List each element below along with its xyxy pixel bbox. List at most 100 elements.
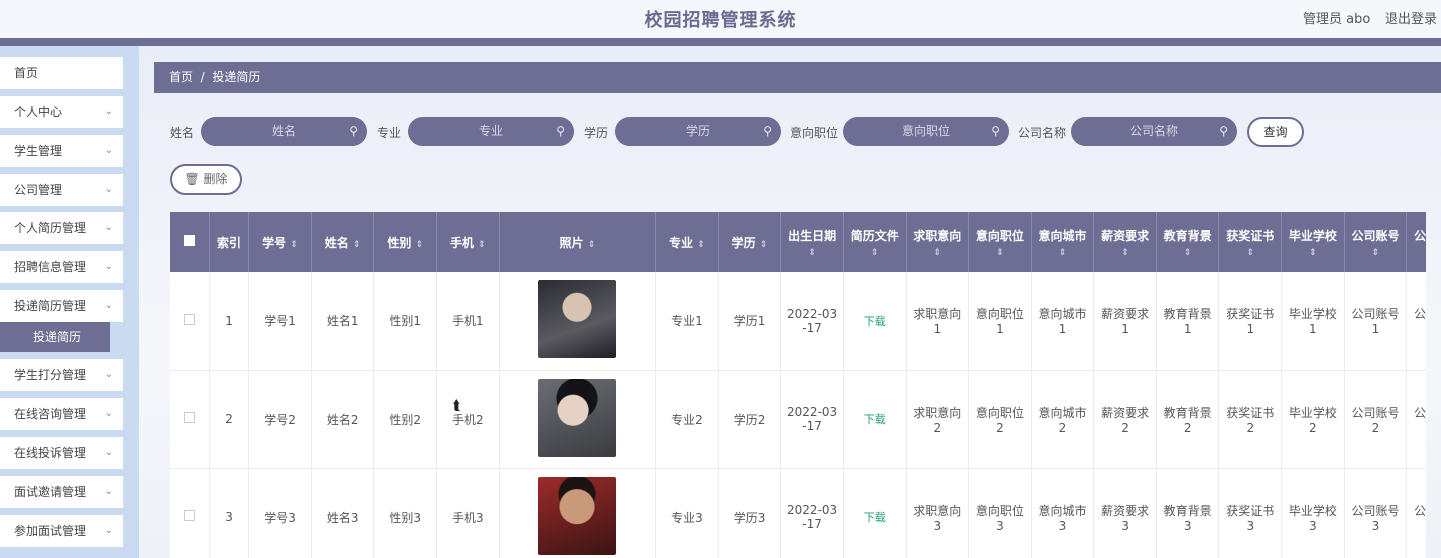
col-edu-background[interactable]: 教育背景 ⇕: [1156, 212, 1220, 272]
chevron-down-icon: ⌄: [104, 300, 113, 311]
col-job-intent[interactable]: 求职意向 ⇕: [906, 212, 970, 272]
chevron-down-icon: ⌄: [104, 222, 113, 233]
sidebar-item-interview-invites[interactable]: 面试邀请管理 ⌄: [0, 476, 123, 508]
sort-icon: ⇕: [1246, 247, 1255, 258]
sidebar-item-scoring[interactable]: 学生打分管理 ⌄: [0, 359, 123, 391]
cell-company-account: 公司账号 1: [1344, 272, 1408, 371]
download-link[interactable]: 下载: [864, 511, 886, 524]
cell-line1: 薪资要求: [1101, 307, 1150, 322]
col-education[interactable]: 学历 ⇕: [718, 212, 782, 272]
sidebar-item-applications[interactable]: 投递简历管理 ⌄: [0, 290, 123, 322]
cell-awards: 获奖证书 2: [1218, 370, 1283, 469]
sort-icon: ⇕: [697, 239, 705, 250]
col-intended-city[interactable]: 意向城市 ⇕: [1031, 212, 1095, 272]
col-company-account[interactable]: 公司账号 ⇕: [1344, 212, 1408, 272]
cell-line1: 公司名称: [1414, 503, 1426, 518]
cell-gender: 性别3: [373, 468, 438, 558]
search-icon: ⚲: [349, 124, 358, 138]
cell-line1: 意向城市: [1038, 405, 1087, 420]
col-salary[interactable]: 薪资要求 ⇕: [1093, 212, 1157, 272]
cell-edu-background: 教育背景 2: [1156, 370, 1220, 469]
sidebar-item-students[interactable]: 学生管理 ⌄: [0, 135, 123, 167]
major-search-input[interactable]: 专业 ⚲: [408, 117, 574, 146]
sort-icon: ⇕: [1371, 247, 1380, 258]
name-search-input[interactable]: 姓名 ⚲: [201, 117, 367, 146]
download-link[interactable]: 下载: [864, 315, 886, 328]
birth-line2: -17: [802, 320, 822, 335]
col-birthdate[interactable]: 出生日期 ⇕: [780, 212, 844, 272]
cell-name: 姓名1: [311, 272, 375, 371]
cell-student-no: 学号3: [248, 468, 312, 558]
breadcrumb-home[interactable]: 首页: [169, 70, 193, 84]
sort-icon: ⇕: [1309, 247, 1317, 258]
sidebar-subitem-applications[interactable]: 投递简历: [0, 322, 110, 352]
company-name-search-input[interactable]: 公司名称 ⚲: [1071, 117, 1237, 146]
education-label: 学历: [584, 126, 609, 140]
col-phone[interactable]: 手机 ⇕: [436, 212, 500, 272]
cell-photo: [499, 272, 657, 371]
col-label: 学历: [731, 235, 756, 250]
position-label: 意向职位: [790, 126, 839, 140]
col-label: 求职意向: [913, 228, 962, 243]
row-checkbox[interactable]: [170, 370, 210, 469]
cell-index: 1: [209, 272, 250, 371]
download-link[interactable]: 下载: [864, 413, 886, 426]
row-checkbox[interactable]: [170, 468, 210, 558]
cell-school: 毕业学校 2: [1281, 370, 1345, 469]
cell-line2: 3: [996, 518, 1004, 533]
cell-resume-file: 下载: [843, 370, 907, 469]
col-photo[interactable]: 照片 ⇕: [499, 212, 657, 272]
sidebar-item-label: 在线咨询管理: [14, 407, 87, 421]
col-intended-position[interactable]: 意向职位 ⇕: [968, 212, 1032, 272]
sidebar-item-label: 个人中心: [14, 105, 63, 119]
sidebar-item-job-posts[interactable]: 招聘信息管理 ⌄: [0, 251, 123, 283]
cell-line1: 公司账号: [1351, 307, 1400, 322]
cell-line1: 毕业学校: [1288, 405, 1337, 420]
col-student-no[interactable]: 学号 ⇕: [248, 212, 312, 272]
cell-edu-background: 教育背景 3: [1156, 468, 1220, 558]
sidebar-item-interviews[interactable]: 参加面试管理 ⌄: [0, 515, 123, 547]
cell-line2: 2: [1121, 420, 1129, 435]
sidebar-item-label: 首页: [14, 66, 39, 80]
cell-line1: 意向职位: [975, 307, 1024, 322]
cell-line1: 求职意向: [913, 307, 962, 322]
cell-major: 专业1: [655, 272, 719, 371]
cell-line1: 意向城市: [1038, 503, 1087, 518]
cell-gender: 性别2: [373, 370, 438, 469]
sort-icon: ⇕: [478, 239, 486, 250]
col-awards[interactable]: 获奖证书 ⇕: [1218, 212, 1283, 272]
company-name-label: 公司名称: [1018, 126, 1067, 140]
position-search-input[interactable]: 意向职位 ⚲: [843, 117, 1009, 146]
cell-line2: 3: [1058, 518, 1067, 533]
select-all-checkbox[interactable]: [170, 212, 210, 272]
cell-salary: 薪资要求 1: [1093, 272, 1157, 371]
sidebar-item-label: 参加面试管理: [14, 524, 87, 538]
sidebar-item-personal-center[interactable]: 个人中心 ⌄: [0, 96, 123, 128]
col-company-name[interactable]: 公司名称⇕: [1406, 212, 1426, 272]
col-name[interactable]: 姓名 ⇕: [311, 212, 375, 272]
cell-line1: 意向职位: [975, 405, 1024, 420]
sidebar-item-home[interactable]: 首页: [0, 57, 123, 89]
cell-intended-city: 意向城市 2: [1031, 370, 1095, 469]
col-gender[interactable]: 性别 ⇕: [373, 212, 438, 272]
sidebar-item-resumes[interactable]: 个人简历管理 ⌄: [0, 212, 123, 244]
cell-line1: 意向职位: [975, 503, 1024, 518]
cell-line1: 毕业学校: [1288, 307, 1337, 322]
col-major[interactable]: 专业 ⇕: [655, 212, 719, 272]
sidebar-item-companies[interactable]: 公司管理 ⌄: [0, 174, 123, 206]
delete-button[interactable]: 🗑 删除: [170, 164, 242, 195]
table-row: 1 学号1 姓名1 性别1 手机1 专业1 学历1 2022-03 -17 下载 …: [170, 272, 1426, 371]
col-school[interactable]: 毕业学校 ⇕: [1281, 212, 1345, 272]
sort-icon: ⇕: [352, 239, 361, 250]
sidebar-item-consulting[interactable]: 在线咨询管理 ⌄: [0, 398, 123, 430]
search-icon: ⚲: [556, 124, 565, 138]
sidebar-item-complaints[interactable]: 在线投诉管理 ⌄: [0, 437, 123, 469]
cell-resume-file: 下载: [843, 272, 907, 371]
query-button[interactable]: 查询: [1247, 117, 1304, 147]
cell-salary: 薪资要求 3: [1093, 468, 1157, 558]
logout-link[interactable]: 退出登录: [1385, 8, 1437, 27]
education-search-input[interactable]: 学历 ⚲: [615, 117, 781, 146]
row-checkbox[interactable]: [170, 272, 210, 371]
col-resume-file[interactable]: 简历文件 ⇕: [843, 212, 907, 272]
delete-label: 删除: [203, 172, 228, 186]
